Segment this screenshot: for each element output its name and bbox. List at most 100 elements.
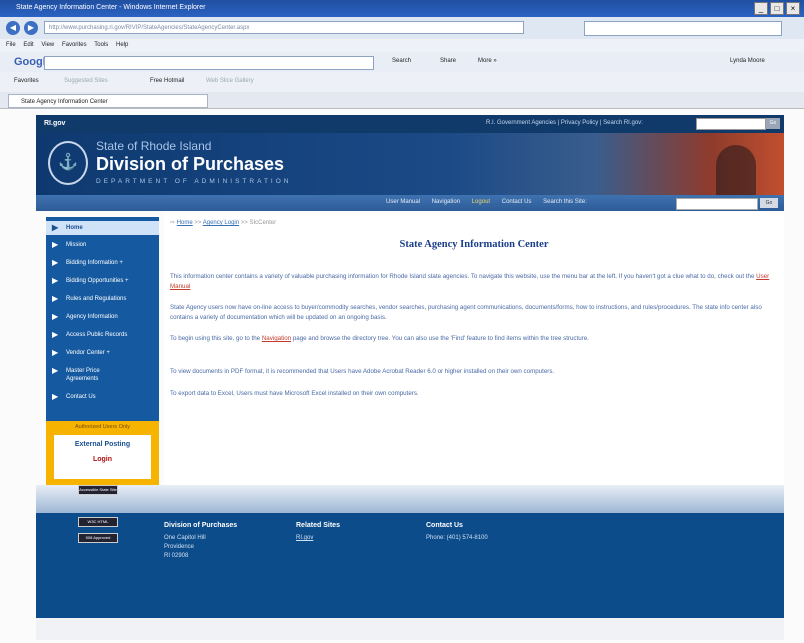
address-bar[interactable]: http://www.purchasing.ri.gov/RIVIP/State… <box>44 21 524 34</box>
google-search-button[interactable]: Search <box>392 58 411 64</box>
footer-col-division: Division of Purchases One Capitol Hill P… <box>164 521 237 561</box>
arrow-right-icon: ▶ <box>52 258 59 267</box>
sidebar-item-label: Mission <box>66 242 87 248</box>
breadcrumb-current: SIcCenter <box>249 220 277 226</box>
paragraph-navigation: To begin using this site, go to the Navi… <box>170 334 772 344</box>
menu-view[interactable]: View <box>41 42 54 48</box>
footer-title: Division of Purchases <box>164 522 238 529</box>
breadcrumb-home[interactable]: Home <box>177 220 193 226</box>
arrow-right-icon: ▶ <box>52 294 59 303</box>
arrow-right-icon: ▶ <box>52 223 59 232</box>
breadcrumb-agency-login[interactable]: Agency Login <box>203 220 239 226</box>
forward-icon[interactable]: ▶ <box>24 21 38 35</box>
page-bottom <box>36 618 784 640</box>
browser-search-input[interactable] <box>584 21 782 36</box>
external-posting-link[interactable]: External Posting <box>54 441 151 448</box>
arrow-right-icon: ▶ <box>52 240 59 249</box>
sidebar-item-label: Bidding Opportunities <box>66 278 124 284</box>
address-line: RI 02908 <box>164 553 189 559</box>
footer-title: Contact Us <box>426 522 463 529</box>
sidebar-item-home[interactable]: ▶ Home <box>46 221 159 235</box>
google-toolbar: Google Search Share More » Lynda Moore <box>0 52 804 73</box>
sidebar-item-label: Vendor Center <box>66 350 105 356</box>
paragraph-pdf: To view documents in PDF format, it is r… <box>170 368 555 375</box>
page-title: State Agency Information Center <box>399 239 549 250</box>
login-panel: Authorized Users Only External Posting L… <box>46 421 159 485</box>
menu-help[interactable]: Help <box>116 42 128 48</box>
back-icon[interactable]: ◀ <box>6 21 20 35</box>
menu-file[interactable]: File <box>6 42 16 48</box>
nav-user-manual[interactable]: User Manual <box>386 199 420 205</box>
login-card: External Posting Login <box>54 435 151 479</box>
sidebar-item-rules[interactable]: ▶ Rules and Regulations <box>46 295 159 303</box>
sidebar-item-bidding-information[interactable]: ▶ Bidding Information + <box>46 259 159 267</box>
division-title: Division of Purchases <box>96 154 285 174</box>
sidebar-item-label: Contact Us <box>66 394 96 400</box>
sidebar-item-public-records[interactable]: ▶ Access Public Records <box>46 331 159 339</box>
footer: Accessible State Site W3C HTML 508 Appro… <box>36 485 784 618</box>
authorized-users-label: Authorized Users Only <box>74 424 131 430</box>
google-more-button[interactable]: More » <box>478 58 497 64</box>
address-line: One Capitol Hill <box>164 535 206 541</box>
accessible-badge: Accessible State Site <box>78 485 118 495</box>
rigov-search-button[interactable]: Go <box>766 118 780 129</box>
site-search-button[interactable]: Go <box>760 198 778 208</box>
rigov-logo[interactable]: RI.gov <box>44 120 65 127</box>
menu-bar: File Edit View Favorites Tools Help <box>0 39 804 52</box>
address-row: ◀ ▶ http://www.purchasing.ri.gov/RIVIP/S… <box>0 17 804 39</box>
navigation-link[interactable]: Navigation <box>262 335 291 342</box>
rigov-search-input[interactable] <box>696 118 766 130</box>
nav-navigation[interactable]: Navigation <box>432 199 460 205</box>
sidebar-item-agency-information[interactable]: ▶ Agency Information <box>46 313 159 321</box>
rigov-footer-link[interactable]: RI.gov <box>296 534 340 543</box>
fav-web-slice-gallery[interactable]: Web Slice Gallery <box>206 78 254 84</box>
maximize-button[interactable]: □ <box>770 2 784 15</box>
nav-contact-us[interactable]: Contact Us <box>502 199 532 205</box>
sidebar-item-mission[interactable]: ▶ Mission <box>46 241 159 249</box>
minimize-button[interactable]: _ <box>754 2 768 15</box>
sidebar-item-bidding-opportunities[interactable]: ▶ Bidding Opportunities + <box>46 277 159 285</box>
sidebar-item-label: Agency Information <box>66 314 118 320</box>
fav-suggested-sites[interactable]: Suggested Sites <box>64 78 108 84</box>
sidebar-item-label: Bidding Information <box>66 260 118 266</box>
user-account[interactable]: Lynda Moore <box>730 58 765 64</box>
login-link[interactable]: Login <box>54 456 151 463</box>
window-title-bar: State Agency Information Center - Window… <box>0 0 804 17</box>
sub-navigation: User Manual Navigation Logout Contact Us… <box>36 195 784 211</box>
top-links[interactable]: R.I. Government Agencies | Privacy Polic… <box>486 120 643 126</box>
home-arrow-icon: ⇨ <box>170 220 176 226</box>
section-508-badge: 508 Approved <box>78 533 118 543</box>
paragraph-text: This information center contains a varie… <box>170 273 757 280</box>
window-title: State Agency Information Center - Window… <box>16 4 206 11</box>
w3c-badge: W3C HTML <box>78 517 118 527</box>
site-search-input[interactable] <box>676 198 758 210</box>
fav-free-hotmail[interactable]: Free Hotmail <box>150 78 184 84</box>
sidebar-item-label: Rules and Regulations <box>66 296 127 302</box>
main-content: ⇨ Home >> Agency Login >> SIcCenter Stat… <box>164 211 784 485</box>
menu-tools[interactable]: Tools <box>94 42 108 48</box>
menu-edit[interactable]: Edit <box>23 42 33 48</box>
menu-favorites[interactable]: Favorites <box>62 42 87 48</box>
paragraph-access: State Agency users now have on-line acce… <box>170 304 762 321</box>
nav-search-label: Search this Site: <box>543 199 587 205</box>
sidebar-item-master-price[interactable]: ▶ Master Price Agreements <box>46 367 126 383</box>
rigov-top-strip: RI.gov R.I. Government Agencies | Privac… <box>36 115 784 133</box>
close-button[interactable]: × <box>786 2 800 15</box>
arrow-right-icon: ▶ <box>52 392 59 401</box>
sidebar-item-label: Master Price Agreements <box>66 368 100 382</box>
site-header: ⚓ State of Rhode Island Division of Purc… <box>36 133 784 195</box>
paragraph-intro: This information center contains a varie… <box>170 272 772 292</box>
department-line: DEPARTMENT OF ADMINISTRATION <box>96 178 292 185</box>
paragraph-excel: To export data to Excel, Users must have… <box>170 390 419 397</box>
sidebar-item-contact-us[interactable]: ▶ Contact Us <box>46 393 159 401</box>
nav-logout[interactable]: Logout <box>472 199 490 205</box>
tab-state-agency[interactable]: State Agency Information Center <box>8 94 208 108</box>
arrow-right-icon: ▶ <box>52 330 59 339</box>
google-search-input[interactable] <box>44 56 374 70</box>
paragraph-text: To begin using this site, go to the <box>170 335 262 342</box>
sidebar-item-label: Access Public Records <box>66 332 128 338</box>
favorites-button[interactable]: Favorites <box>14 78 39 84</box>
sidebar-item-vendor-center[interactable]: ▶ Vendor Center + <box>46 349 159 357</box>
google-share-button[interactable]: Share <box>440 58 456 64</box>
favorites-bar: Favorites Suggested Sites Free Hotmail W… <box>0 72 804 93</box>
